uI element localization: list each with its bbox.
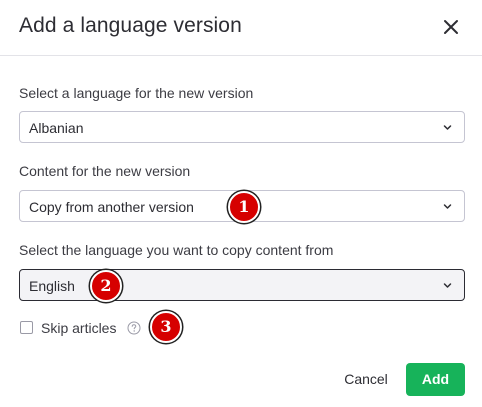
- annotation-badge-1: 1: [228, 191, 260, 223]
- skip-articles-label[interactable]: Skip articles: [41, 320, 116, 336]
- dialog-header: Add a language version: [0, 0, 482, 56]
- language-label: Select a language for the new version: [19, 85, 254, 101]
- source-language-select[interactable]: English: [19, 269, 465, 301]
- content-select-value: Copy from another version: [29, 199, 194, 215]
- content-label: Content for the new version: [19, 163, 191, 179]
- help-circle-icon[interactable]: [127, 321, 141, 335]
- annotation-badge-2: 2: [90, 270, 122, 302]
- chevron-down-icon: [443, 125, 452, 130]
- dialog-title: Add a language version: [19, 14, 242, 37]
- language-select-value: Albanian: [29, 120, 84, 136]
- chevron-down-icon: [443, 283, 452, 288]
- close-icon: [444, 20, 458, 34]
- add-button[interactable]: Add: [406, 363, 465, 396]
- close-button[interactable]: [440, 16, 462, 38]
- source-language-label: Select the language you want to copy con…: [19, 242, 334, 258]
- add-language-version-dialog: Add a language version Select a language…: [0, 0, 482, 407]
- cancel-button[interactable]: Cancel: [332, 363, 400, 396]
- source-language-select-value: English: [29, 278, 75, 294]
- annotation-badge-3: 3: [150, 311, 182, 343]
- chevron-down-icon: [443, 204, 452, 209]
- skip-articles-checkbox[interactable]: [20, 321, 33, 334]
- language-select[interactable]: Albanian: [19, 111, 465, 143]
